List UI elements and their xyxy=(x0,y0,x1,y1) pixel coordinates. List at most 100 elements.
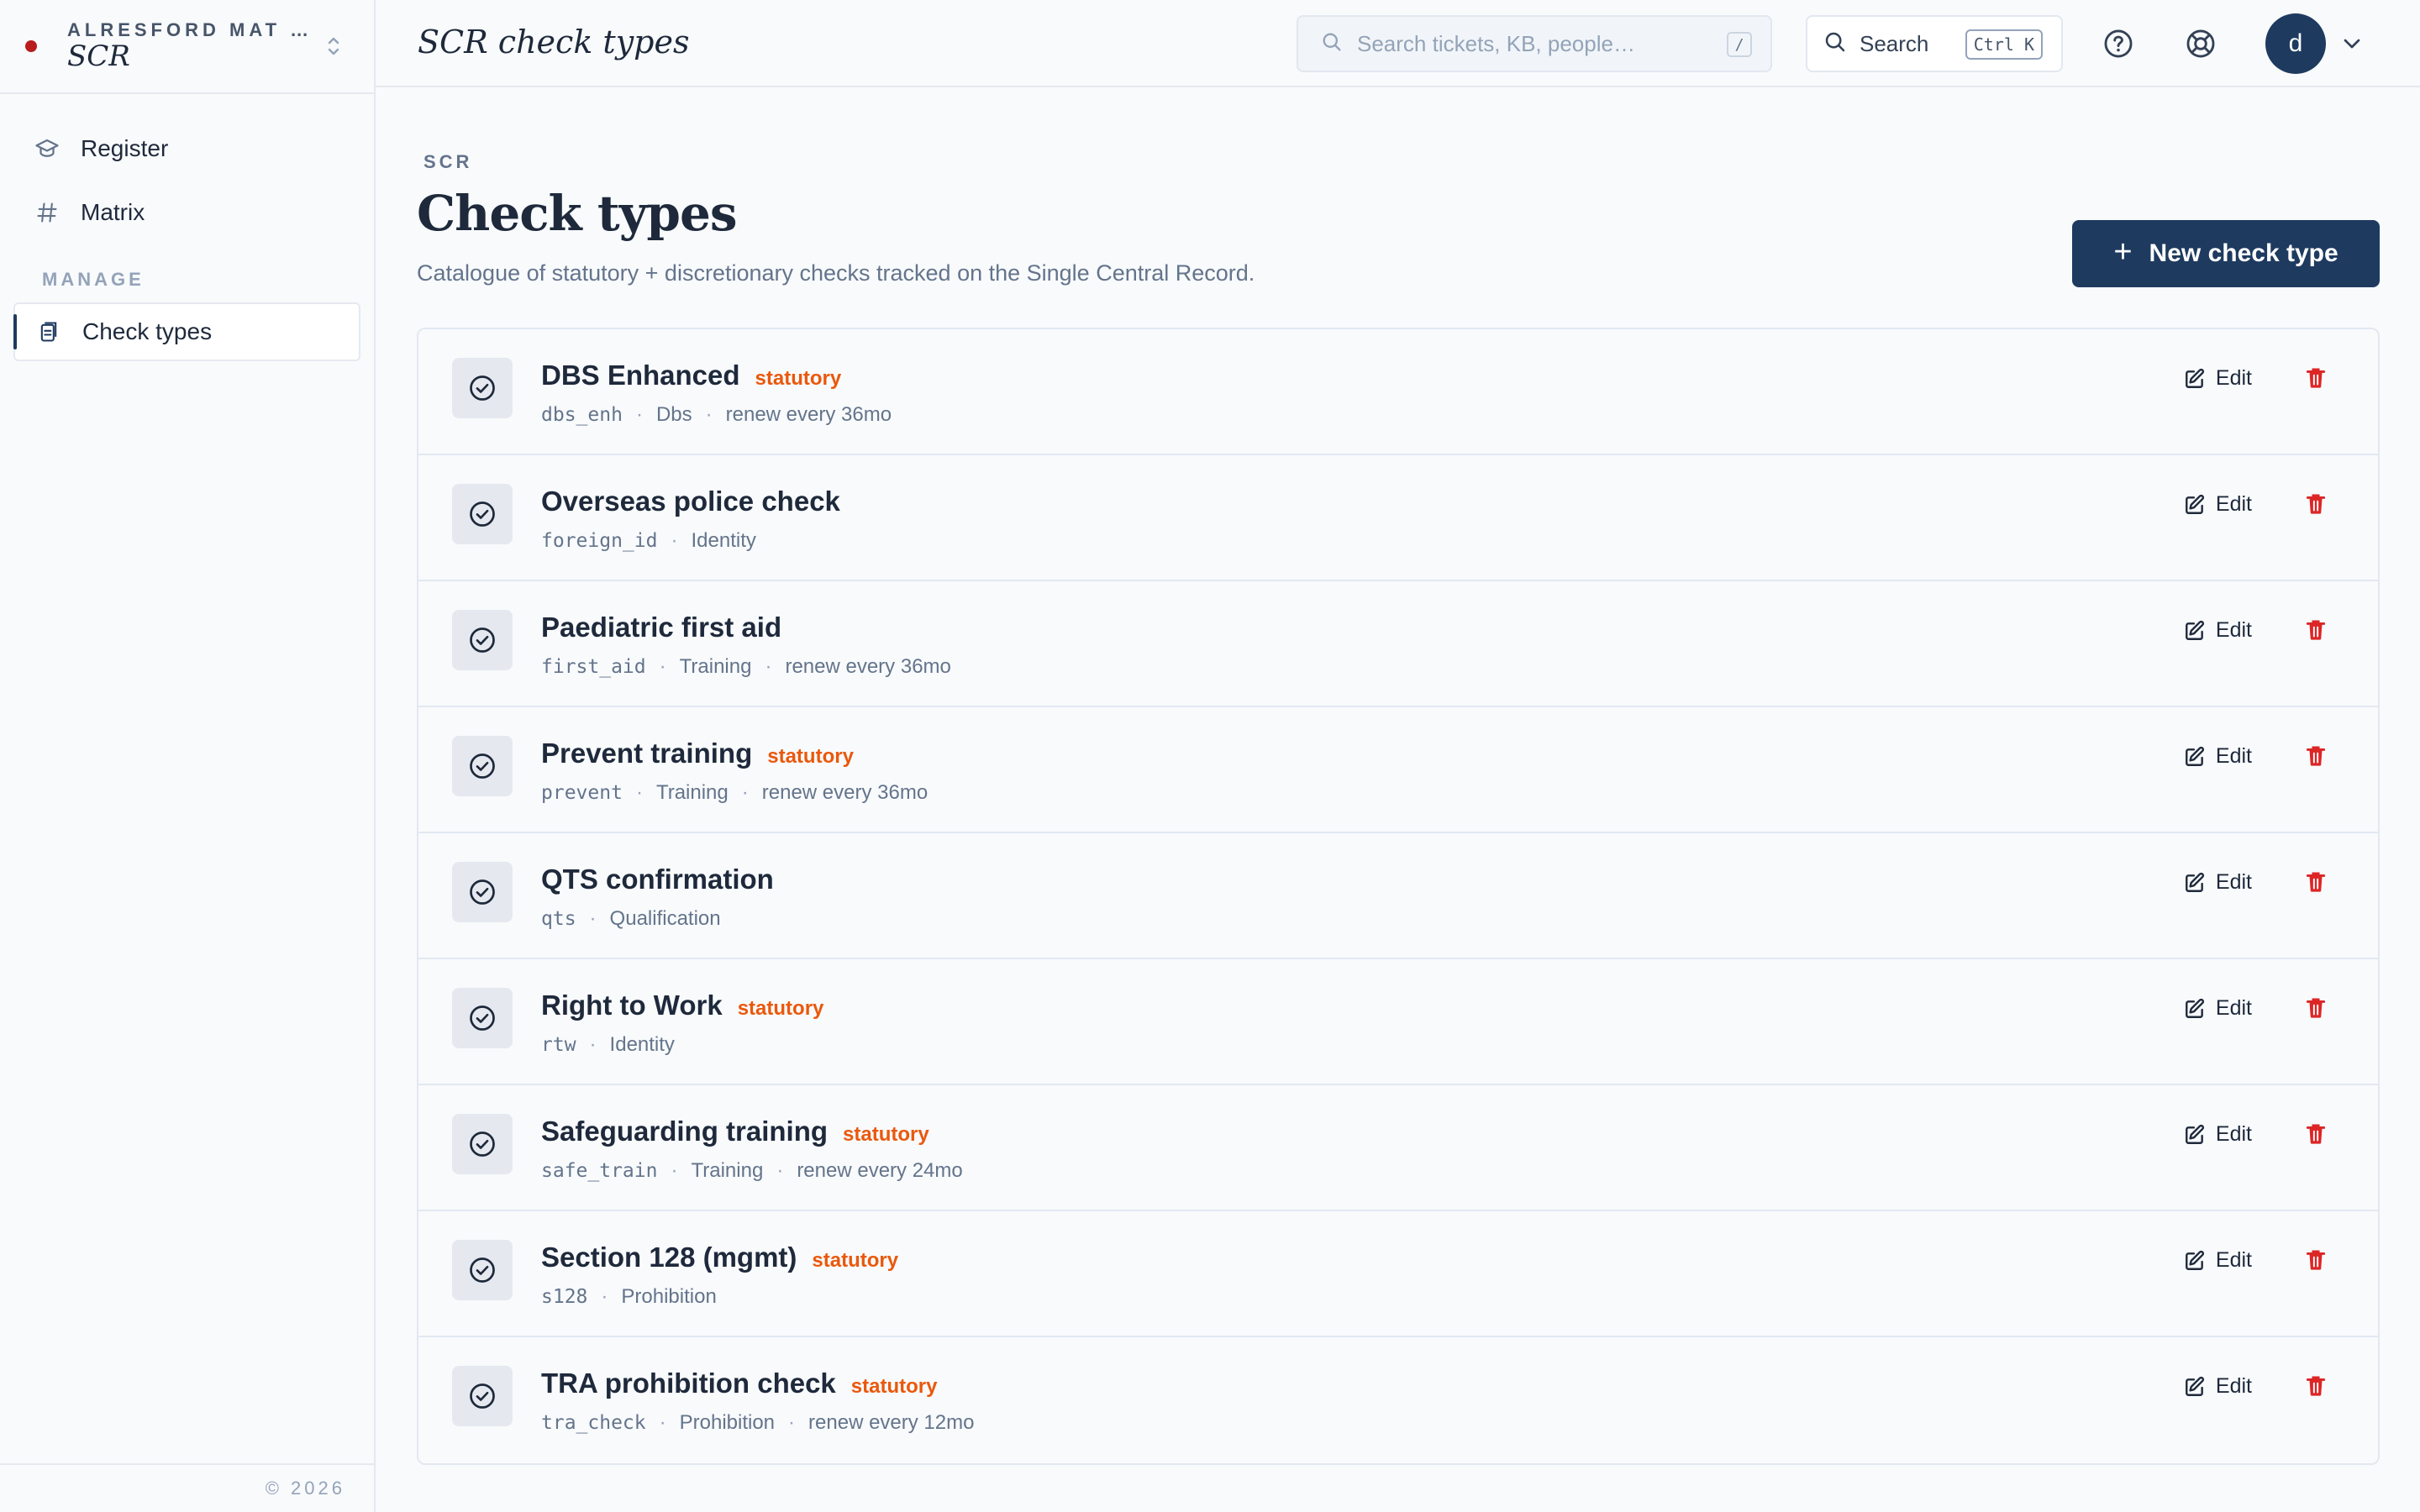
check-badge-icon xyxy=(452,736,513,796)
check-type-code: foreign_id xyxy=(541,530,658,552)
check-type-meta: first_aid · Training · renew every 36mo xyxy=(541,655,951,679)
delete-button[interactable] xyxy=(2301,1119,2331,1149)
chevron-down-icon[interactable] xyxy=(2338,30,2365,57)
meta-separator: · xyxy=(601,1285,608,1308)
check-type-name: Prevent training xyxy=(541,738,753,769)
delete-button[interactable] xyxy=(2301,1245,2331,1275)
delete-button[interactable] xyxy=(2301,489,2331,519)
user-avatar[interactable]: d xyxy=(2265,13,2326,74)
delete-button[interactable] xyxy=(2301,363,2331,393)
trash-icon xyxy=(2306,746,2326,766)
meta-separator: · xyxy=(776,1159,784,1182)
statutory-badge: statutory xyxy=(850,1375,938,1398)
delete-button[interactable] xyxy=(2301,1371,2331,1401)
check-badge-icon xyxy=(452,1114,513,1174)
check-type-row: Safeguarding training statutory safe_tra… xyxy=(418,1085,2378,1211)
edit-icon xyxy=(2185,494,2204,514)
check-type-row: TRA prohibition check statutory tra_chec… xyxy=(418,1337,2378,1463)
meta-separator: · xyxy=(705,403,713,426)
sidebar-item-matrix[interactable]: Matrix xyxy=(13,183,360,242)
page-eyebrow: SCR xyxy=(424,151,473,172)
sidebar-item-register[interactable]: Register xyxy=(13,119,360,178)
check-type-meta: dbs_enh · Dbs · renew every 36mo xyxy=(541,403,892,427)
edit-button[interactable]: Edit xyxy=(2184,870,2252,895)
meta-separator: · xyxy=(659,1411,666,1434)
check-type-list: DBS Enhanced statutory dbs_enh · Dbs · r… xyxy=(417,328,2380,1465)
edit-button[interactable]: Edit xyxy=(2184,618,2252,643)
clipboard-icon xyxy=(35,318,62,345)
status-dot xyxy=(25,40,37,52)
search-shortcut-key: / xyxy=(1727,32,1752,57)
check-badge-icon xyxy=(452,1366,513,1426)
new-check-type-button[interactable]: + New check type xyxy=(2072,220,2380,287)
edit-icon xyxy=(2185,998,2204,1018)
copyright: © 2026 xyxy=(0,1463,374,1512)
edit-button[interactable]: Edit xyxy=(2184,1248,2252,1273)
search-placeholder: Search tickets, KB, people… xyxy=(1357,30,1635,56)
check-type-category: Identity xyxy=(609,1033,675,1056)
edit-icon xyxy=(2185,620,2204,640)
delete-button[interactable] xyxy=(2301,867,2331,897)
org-switcher[interactable]: ALRESFORD MAT … SCR xyxy=(0,0,374,94)
sidebar-item-label: Check types xyxy=(82,318,213,344)
hash-icon xyxy=(34,199,60,226)
edit-button[interactable]: Edit xyxy=(2184,1374,2252,1399)
edit-button[interactable]: Edit xyxy=(2184,996,2252,1021)
check-type-renewal: renew every 36mo xyxy=(761,781,929,804)
edit-label: Edit xyxy=(2215,1248,2252,1272)
sidebar: ALRESFORD MAT … SCR Register Matrix MANA… xyxy=(0,0,376,1512)
check-badge-icon xyxy=(452,862,513,922)
command-shortcut-key: Ctrl K xyxy=(1965,29,2043,60)
statutory-badge: statutory xyxy=(843,1123,929,1146)
check-type-row: Prevent training statutory prevent · Tra… xyxy=(418,707,2378,833)
check-badge-icon xyxy=(452,610,513,670)
help-icon[interactable] xyxy=(2100,25,2137,62)
sidebar-item-check-types[interactable]: Check types xyxy=(13,302,360,361)
check-type-code: rtw xyxy=(541,1034,576,1056)
check-type-category: Dbs xyxy=(655,403,692,426)
edit-label: Edit xyxy=(2215,744,2252,768)
trash-icon xyxy=(2306,494,2326,514)
delete-button[interactable] xyxy=(2301,741,2331,771)
edit-label: Edit xyxy=(2215,618,2252,642)
edit-label: Edit xyxy=(2215,492,2252,516)
check-badge-icon xyxy=(452,358,513,418)
page-header-title: SCR check types xyxy=(418,24,690,60)
edit-icon xyxy=(2185,746,2204,766)
delete-button[interactable] xyxy=(2301,993,2331,1023)
check-type-meta: rtw · Identity xyxy=(541,1033,675,1057)
new-check-type-label: New check type xyxy=(2149,239,2338,267)
check-badge-icon xyxy=(452,484,513,544)
trash-icon xyxy=(2306,368,2326,388)
trash-icon xyxy=(2306,1250,2326,1270)
search-icon xyxy=(1320,30,1344,58)
check-type-category: Training xyxy=(691,1159,764,1182)
command-search-button[interactable]: Search Ctrl K xyxy=(1806,15,2063,72)
statutory-badge: statutory xyxy=(737,997,824,1020)
global-search-input[interactable]: Search tickets, KB, people… / xyxy=(1297,15,1772,72)
edit-button[interactable]: Edit xyxy=(2184,366,2252,391)
trash-icon xyxy=(2306,872,2326,892)
trash-icon xyxy=(2306,998,2326,1018)
check-type-code: dbs_enh xyxy=(541,404,623,426)
edit-button[interactable]: Edit xyxy=(2184,492,2252,517)
meta-separator: · xyxy=(788,1411,796,1434)
check-type-row: QTS confirmation qts · Qualification Edi… xyxy=(418,833,2378,959)
sidebar-item-label: Register xyxy=(81,135,169,161)
app-name: SCR xyxy=(67,39,130,73)
search-icon xyxy=(1823,29,1848,59)
sidebar-item-label: Matrix xyxy=(81,199,145,225)
edit-label: Edit xyxy=(2215,870,2252,894)
check-type-name: Paediatric first aid xyxy=(541,612,782,643)
edit-button[interactable]: Edit xyxy=(2184,1122,2252,1147)
meta-separator: · xyxy=(765,655,772,678)
delete-button[interactable] xyxy=(2301,615,2331,645)
check-type-row: Section 128 (mgmt) statutory s128 · Proh… xyxy=(418,1211,2378,1337)
meta-separator: · xyxy=(635,781,643,804)
meta-separator: · xyxy=(659,655,666,678)
meta-separator: · xyxy=(589,907,597,930)
graduation-cap-icon xyxy=(34,135,60,162)
support-lifebuoy-icon[interactable] xyxy=(2182,25,2219,62)
edit-button[interactable]: Edit xyxy=(2184,744,2252,769)
check-type-code: prevent xyxy=(541,782,623,804)
